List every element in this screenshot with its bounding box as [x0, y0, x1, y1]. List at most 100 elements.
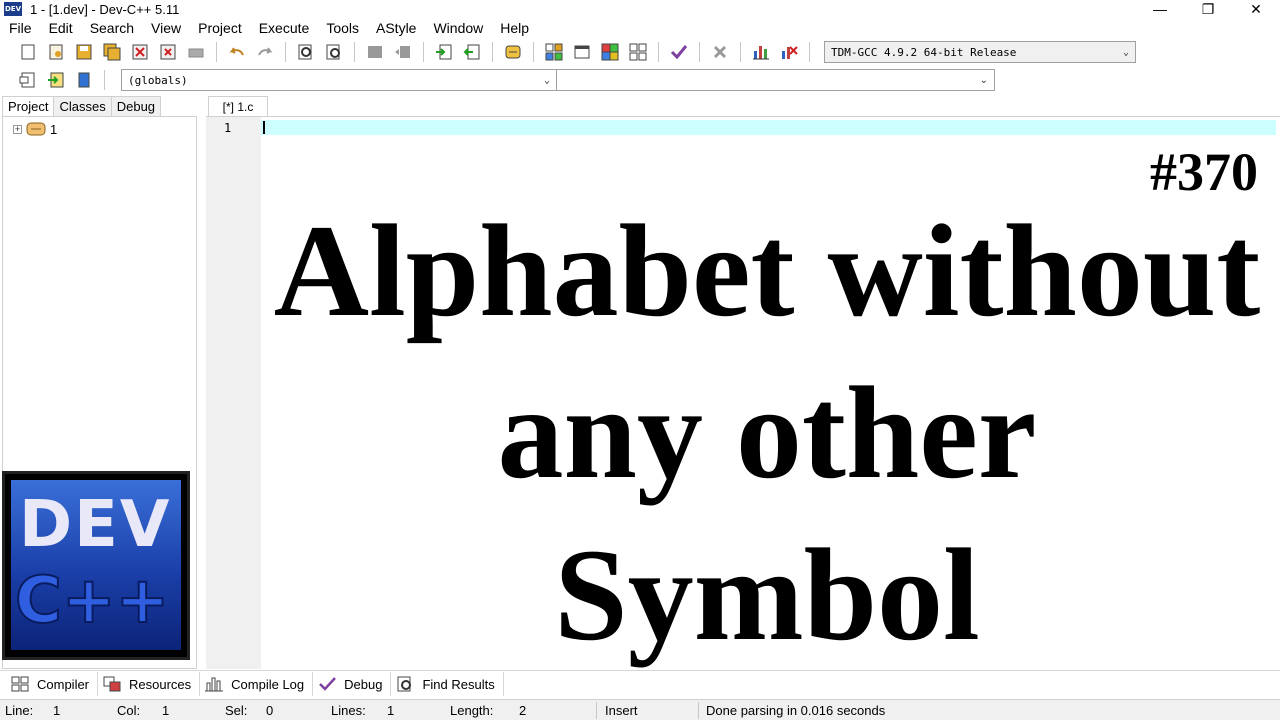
status-divider	[596, 702, 597, 719]
tab-compile-log[interactable]: Compile Log	[200, 672, 314, 696]
tab-debug-output[interactable]: Debug	[313, 672, 392, 696]
profile-button[interactable]	[749, 41, 773, 63]
tab-classes[interactable]: Classes	[53, 96, 112, 116]
menu-search[interactable]: Search	[81, 18, 142, 38]
video-headline: Alphabet without any other Symbol	[262, 190, 1272, 676]
editor-tab-1c[interactable]: [*] 1.c	[208, 96, 268, 117]
menu-window[interactable]: Window	[424, 18, 491, 38]
status-divider	[698, 702, 699, 719]
logo-dev-text: DEV	[19, 488, 172, 562]
add-to-project-icon	[436, 44, 452, 60]
tab-resources-label: Resources	[129, 676, 192, 692]
dev-cpp-logo: DEV C++	[2, 471, 190, 660]
main-toolbar: TDM-GCC 4.9.2 64-bit Release ⌄	[0, 38, 1280, 66]
find-icon	[298, 44, 312, 60]
tab-compiler-label: Compiler	[37, 676, 90, 692]
chevron-down-icon: ⌄	[1122, 46, 1129, 58]
replace-button[interactable]	[322, 41, 346, 63]
menu-execute[interactable]: Execute	[250, 18, 318, 38]
function-select[interactable]: ⌄	[557, 69, 995, 91]
restore-button[interactable]: ❐	[1184, 0, 1232, 18]
save-button[interactable]	[72, 41, 96, 63]
close-file-button[interactable]	[128, 41, 152, 63]
new-file-button[interactable]	[16, 41, 40, 63]
menu-help[interactable]: Help	[491, 18, 537, 38]
tree-item-label: 1	[50, 121, 58, 137]
tab-find-results[interactable]: Find Results	[391, 672, 504, 696]
save-icon	[76, 44, 92, 60]
menu-file[interactable]: File	[0, 18, 40, 38]
chevron-down-icon: ⌄	[979, 74, 988, 86]
open-button[interactable]	[44, 41, 68, 63]
insert-icon	[19, 72, 35, 88]
toolbar-divider	[216, 42, 217, 62]
redo-button[interactable]	[253, 41, 277, 63]
compile-run-button[interactable]	[598, 41, 622, 63]
minimize-button[interactable]: —	[1136, 0, 1184, 18]
find-button[interactable]	[294, 41, 318, 63]
menu-project[interactable]: Project	[189, 18, 250, 38]
compile-button[interactable]	[542, 41, 566, 63]
status-length-value: 2	[519, 703, 527, 718]
tab-project[interactable]: Project	[2, 96, 55, 117]
goto-button[interactable]	[44, 69, 68, 91]
add-to-project-button[interactable]	[432, 41, 456, 63]
stop-execution-button[interactable]	[708, 41, 732, 63]
menu-bar: File Edit Search View Project Execute To…	[0, 18, 1280, 38]
toolbar-divider	[533, 42, 534, 62]
remove-from-project-icon	[463, 44, 480, 60]
logo-cpp-text: C++	[14, 564, 170, 638]
tab-resources[interactable]: Resources	[98, 672, 201, 696]
run-button[interactable]	[570, 41, 594, 63]
toolbar-divider	[285, 42, 286, 62]
bookmark-icon	[78, 72, 90, 88]
close-file-icon	[132, 44, 148, 60]
menu-tools[interactable]: Tools	[317, 18, 367, 38]
print-button[interactable]	[184, 41, 208, 63]
tab-debug[interactable]: Debug	[110, 96, 162, 116]
tab-compiler[interactable]: Compiler	[6, 672, 99, 696]
indent-button[interactable]	[363, 41, 387, 63]
headline-line-2: any other	[497, 359, 1037, 506]
indent-icon	[368, 46, 382, 58]
unindent-button[interactable]	[391, 41, 415, 63]
toolbar-divider	[492, 42, 493, 62]
toolbar-divider	[809, 42, 810, 62]
menu-edit[interactable]: Edit	[40, 18, 81, 38]
class-scope-select[interactable]: (globals) ⌄	[121, 69, 557, 91]
secondary-toolbar: (globals) ⌄ ⌄	[0, 66, 1280, 94]
left-panel-tabs: Project Classes Debug	[2, 96, 162, 117]
menu-view[interactable]: View	[142, 18, 189, 38]
menu-astyle[interactable]: AStyle	[367, 18, 424, 38]
delete-profile-button[interactable]	[777, 41, 801, 63]
open-icon	[49, 44, 63, 60]
delete-chart-icon	[782, 46, 798, 59]
status-lines-label: Lines:	[331, 703, 366, 718]
goto-icon	[48, 72, 64, 88]
app-icon: DEV	[4, 2, 22, 16]
status-sel-label: Sel:	[225, 703, 248, 718]
tab-compile-log-label: Compile Log	[231, 676, 305, 692]
undo-icon	[229, 47, 244, 56]
line-gutter: 1	[206, 117, 261, 669]
insert-button[interactable]	[16, 69, 40, 91]
compiler-select[interactable]: TDM-GCC 4.9.2 64-bit Release ⌄	[824, 41, 1136, 63]
close-button[interactable]: ✕	[1232, 0, 1280, 18]
status-insert-mode: Insert	[605, 703, 638, 718]
title-bar: DEV 1 - [1.dev] - Dev-C++ 5.11 — ❐ ✕	[0, 0, 1280, 18]
undo-button[interactable]	[225, 41, 249, 63]
tree-item-project[interactable]: + 1	[13, 121, 57, 137]
remove-from-project-button[interactable]	[460, 41, 484, 63]
expand-icon[interactable]: +	[13, 124, 22, 134]
syntax-check-button[interactable]	[667, 41, 691, 63]
stop-icon	[713, 45, 727, 59]
save-all-button[interactable]	[100, 41, 124, 63]
rebuild-all-icon	[629, 43, 647, 61]
rebuild-all-button[interactable]	[626, 41, 650, 63]
run-icon	[574, 45, 590, 59]
status-col-value: 1	[162, 703, 170, 718]
text-caret	[263, 121, 265, 134]
project-options-button[interactable]	[501, 41, 525, 63]
bookmark-button[interactable]	[72, 69, 96, 91]
close-all-button[interactable]	[156, 41, 180, 63]
